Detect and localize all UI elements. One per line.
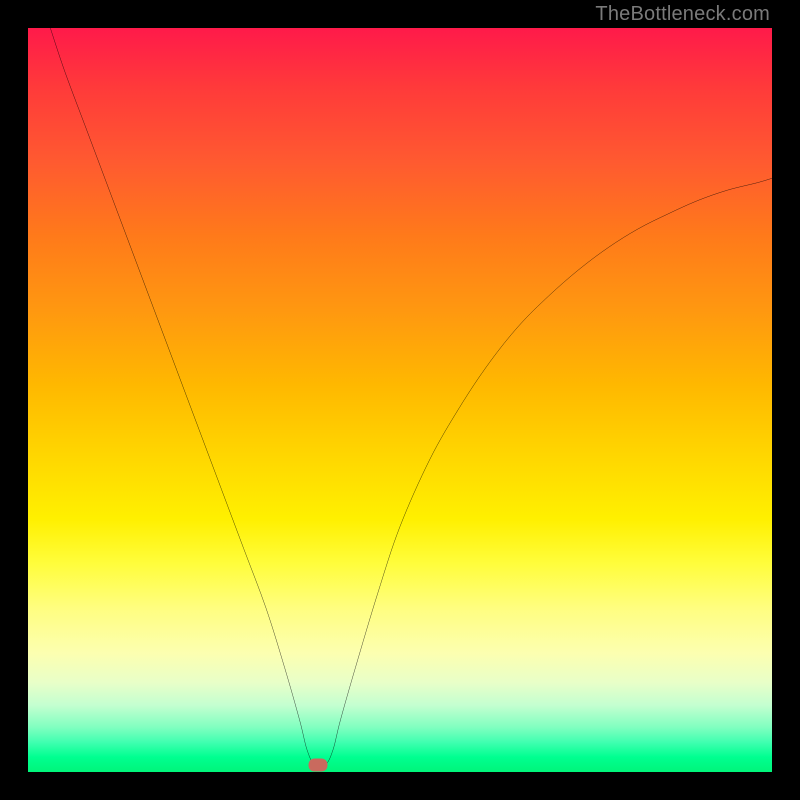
attribution-label: TheBottleneck.com	[595, 3, 770, 26]
optimal-point-marker	[309, 758, 328, 771]
bottleneck-curve	[28, 28, 772, 772]
chart-frame: TheBottleneck.com	[0, 0, 800, 800]
plot-area	[28, 28, 772, 772]
